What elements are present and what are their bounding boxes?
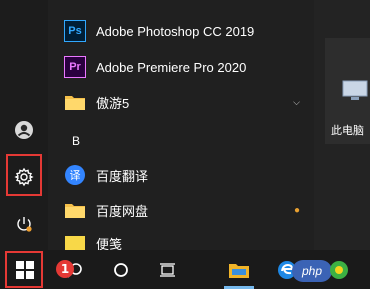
app-label: 百度翻译	[96, 168, 149, 184]
browser-360-icon	[330, 260, 348, 279]
baidu-translate-icon: 译	[65, 165, 85, 185]
app-item-premiere[interactable]: Pr Adobe Premiere Pro 2020	[48, 52, 314, 82]
task-view-icon	[160, 262, 175, 277]
premiere-icon-text: Pr	[69, 61, 81, 73]
settings-highlight-box	[6, 154, 42, 196]
cortana-circle-icon	[114, 262, 128, 277]
cortana-button[interactable]	[106, 250, 136, 289]
app-item-photoshop[interactable]: Ps Adobe Photoshop CC 2019	[48, 16, 314, 46]
user-account-button[interactable]	[0, 110, 48, 150]
app-label: Adobe Photoshop CC 2019	[96, 23, 255, 39]
file-explorer-icon	[229, 263, 249, 278]
app-label: 傲游5	[96, 95, 130, 111]
start-menu-rail	[0, 0, 48, 250]
folder-icon	[65, 204, 85, 218]
task-view-button[interactable]	[152, 250, 184, 289]
app-item-maxthon-folder[interactable]: 傲游5 ⌵	[48, 87, 314, 117]
watermark-text: php	[301, 264, 323, 278]
app-item-sticky-notes[interactable]: 便笺	[48, 232, 314, 250]
step-badge-1: 1	[56, 260, 74, 278]
group-letter-header[interactable]: B	[72, 134, 80, 148]
power-icon	[17, 217, 32, 232]
photoshop-icon-text: Ps	[68, 25, 82, 37]
power-button[interactable]	[0, 204, 48, 244]
start-highlight-box	[5, 251, 43, 288]
tile-label: 此电脑	[331, 125, 364, 137]
file-explorer-button[interactable]	[222, 250, 256, 289]
app-label: 便笺	[96, 237, 123, 250]
new-indicator-dot: ●	[293, 204, 300, 216]
tile-area: 此电脑	[314, 0, 370, 250]
chevron-down-icon[interactable]: ⌵	[293, 97, 300, 108]
app-list: Ps Adobe Photoshop CC 2019 Pr Adobe Prem…	[48, 0, 314, 250]
app-item-baidu-translate[interactable]: 译 百度翻译	[48, 160, 314, 190]
sticky-notes-icon	[65, 236, 85, 250]
photoshop-icon: Ps	[64, 20, 86, 42]
this-pc-tile[interactable]: 此电脑	[325, 38, 370, 144]
svg-text:译: 译	[70, 169, 81, 182]
premiere-icon: Pr	[64, 56, 86, 78]
app-item-baidu-netdisk-folder[interactable]: 百度网盘 ●	[48, 195, 314, 225]
folder-icon	[65, 96, 85, 110]
user-icon	[15, 121, 33, 139]
computer-icon	[342, 80, 368, 100]
app-label: Adobe Premiere Pro 2020	[96, 59, 247, 75]
app-label: 百度网盘	[96, 203, 149, 219]
browser-360-button[interactable]	[322, 250, 356, 289]
